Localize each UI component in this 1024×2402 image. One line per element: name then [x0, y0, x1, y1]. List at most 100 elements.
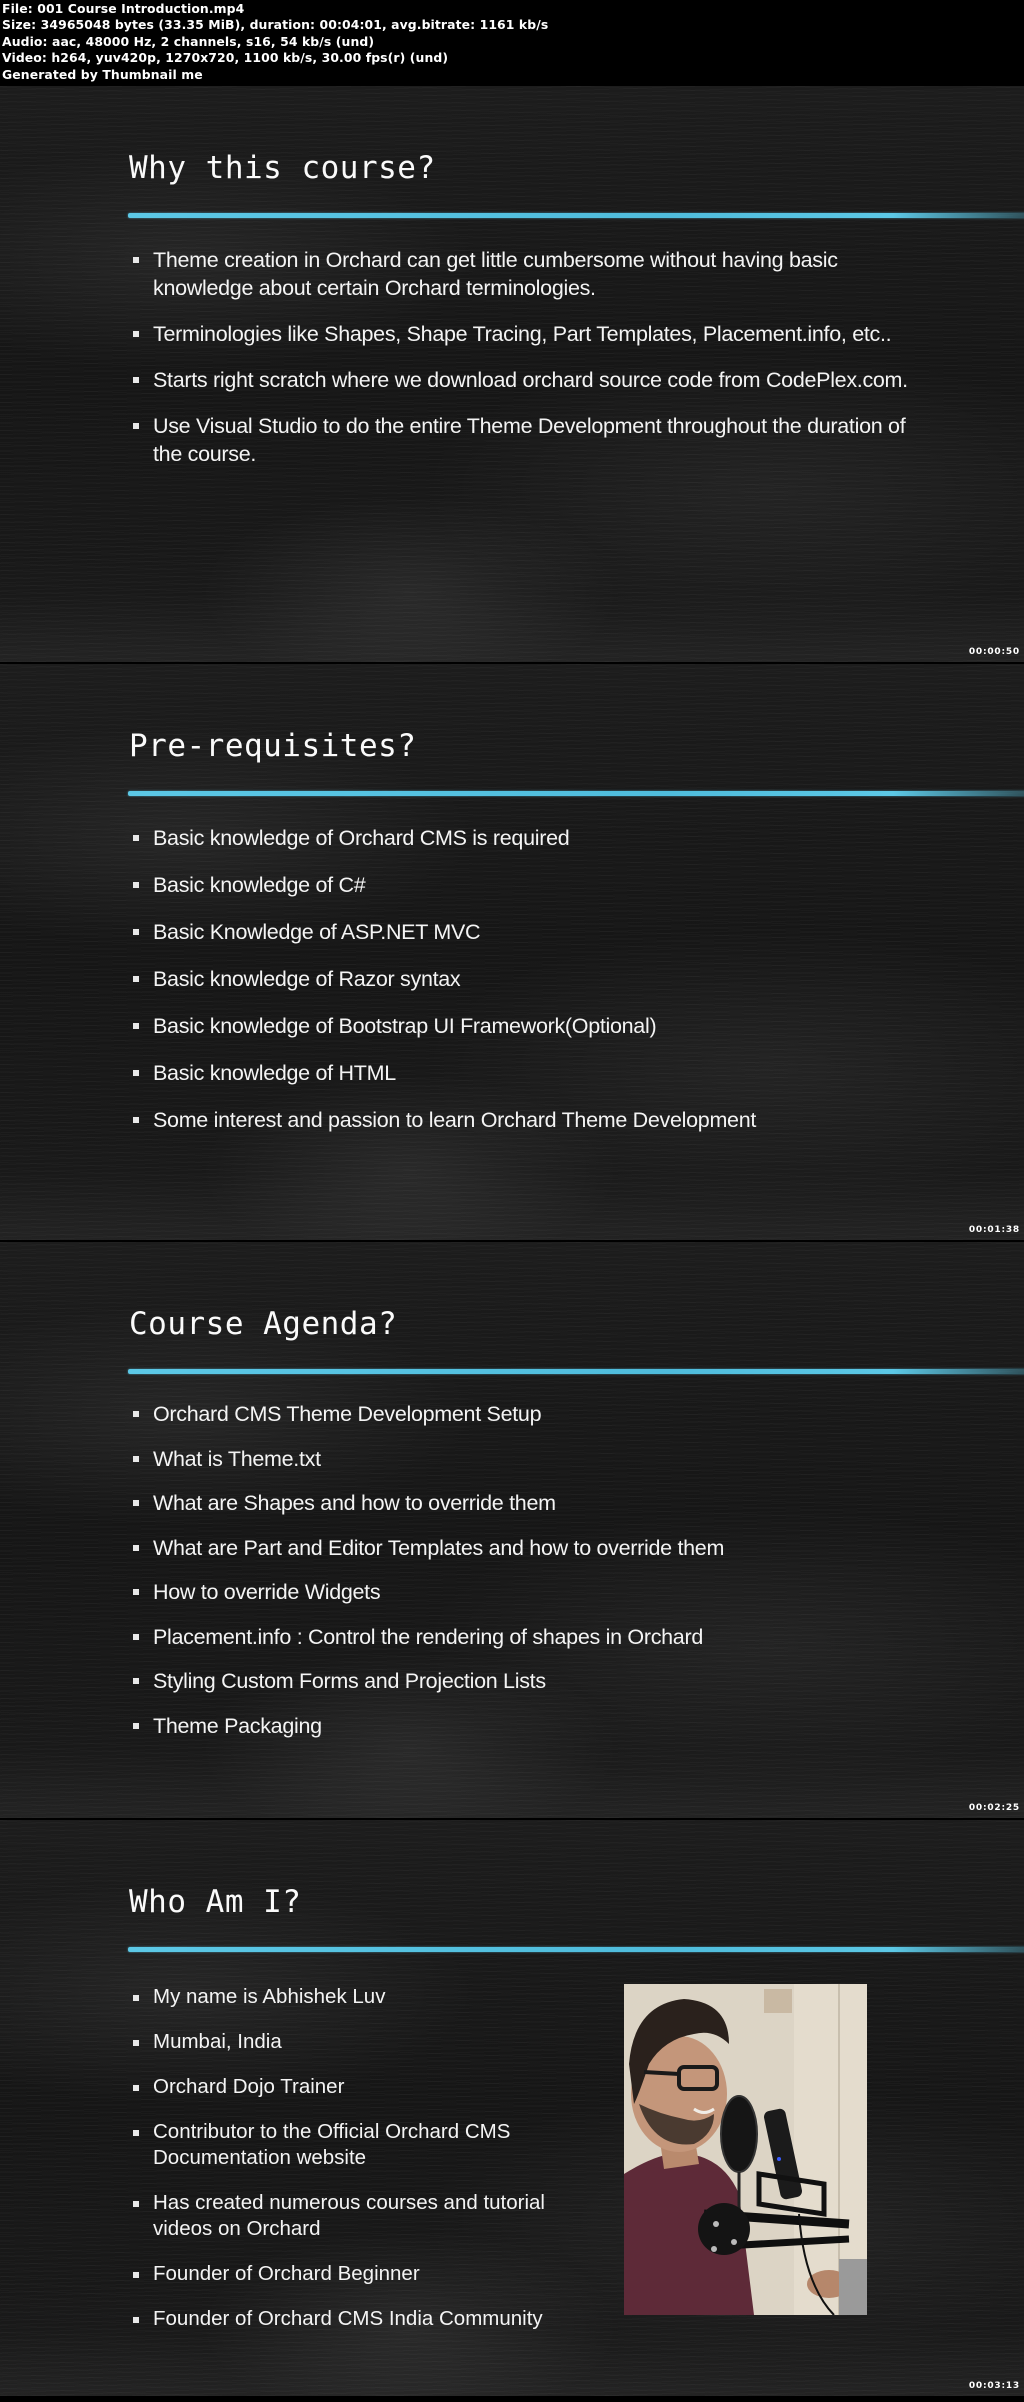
- square-bullet-icon: [133, 423, 139, 429]
- presenter-photo-illustration: [624, 1984, 867, 2315]
- bullet-text: How to override Widgets: [153, 1580, 381, 1604]
- bullet-text: Founder of Orchard CMS India Community: [153, 2307, 543, 2330]
- square-bullet-icon: [133, 2130, 139, 2136]
- title-underline: [128, 791, 1024, 796]
- title-underline: [128, 213, 1024, 218]
- bullet-item: What is Theme.txt: [133, 1445, 933, 1490]
- bullet-text: Terminologies like Shapes, Shape Tracing…: [153, 322, 892, 346]
- square-bullet-icon: [133, 257, 139, 263]
- file-info: File: 001 Course Introduction.mp4: [2, 1, 245, 16]
- bullet-item: Basic knowledge of HTML: [133, 1059, 933, 1106]
- bullet-text: My name is Abhishek Luv: [153, 1985, 386, 2008]
- square-bullet-icon: [133, 1070, 139, 1076]
- square-bullet-icon: [133, 882, 139, 888]
- bullet-item: Founder of Orchard Beginner: [133, 2261, 603, 2287]
- video-info: Video: h264, yuv420p, 1270x720, 1100 kb/…: [2, 50, 449, 66]
- bullet-text: What are Part and Editor Templates and h…: [153, 1535, 725, 1560]
- bullet-text: Contributor to the Official Orchard CMS …: [153, 2120, 511, 2169]
- square-bullet-icon: [133, 2201, 139, 2207]
- square-bullet-icon: [133, 331, 139, 337]
- bullet-item: Has created numerous courses and tutoria…: [133, 2190, 603, 2242]
- bullet-item: Some interest and passion to learn Orcha…: [133, 1106, 933, 1153]
- bullet-item: Styling Custom Forms and Projection List…: [133, 1667, 933, 1712]
- video-frame-who-am-i: Who Am I? My name is Abhishek Luv Mumbai…: [0, 1820, 1024, 2396]
- audio-info: Audio: aac, 48000 Hz, 2 channels, s16, 5…: [2, 33, 375, 49]
- square-bullet-icon: [133, 1455, 139, 1462]
- bullet-item: Basic Knowledge of ASP.NET MVC: [133, 918, 933, 965]
- square-bullet-icon: [133, 2272, 139, 2278]
- bullet-text: Basic knowledge of C#: [153, 873, 366, 897]
- size-info: Size: 34965048 bytes (33.35 MiB), durati…: [2, 17, 549, 33]
- bullet-text: Placement.info : Control the rendering o…: [153, 1624, 703, 1649]
- video-frame-why-this-course: Why this course? Theme creation in Orcha…: [0, 86, 1024, 662]
- title-underline: [128, 1369, 1024, 1374]
- bullet-item: Basic knowledge of Orchard CMS is requir…: [133, 824, 933, 871]
- bullet-text: Basic knowledge of Razor syntax: [153, 967, 461, 991]
- square-bullet-icon: [133, 1117, 139, 1123]
- bullet-text: Starts right scratch where we download o…: [153, 368, 908, 392]
- bullet-item: Contributor to the Official Orchard CMS …: [133, 2119, 603, 2171]
- generator-info: Generated by Thumbnail me: [2, 66, 203, 82]
- square-bullet-icon: [133, 2040, 139, 2046]
- bullet-text: Founder of Orchard Beginner: [153, 2262, 420, 2285]
- bullet-text: Basic Knowledge of ASP.NET MVC: [153, 920, 481, 944]
- bullet-item: Basic knowledge of C#: [133, 871, 933, 918]
- frame-timestamp: 00:02:25: [968, 1803, 1020, 1813]
- square-bullet-icon: [133, 1995, 139, 2001]
- video-frame-prerequisites: Pre-requisites? Basic knowledge of Orcha…: [0, 664, 1024, 1240]
- bullet-text: Mumbai, India: [153, 2030, 282, 2053]
- video-frame-course-agenda: Course Agenda? Orchard CMS Theme Develop…: [0, 1242, 1024, 1818]
- bullet-item: Mumbai, India: [133, 2029, 603, 2055]
- square-bullet-icon: [133, 1589, 139, 1595]
- bullet-item: Placement.info : Control the rendering o…: [133, 1623, 933, 1668]
- bullet-item: How to override Widgets: [133, 1578, 933, 1623]
- bullet-text: What is Theme.txt: [153, 1446, 321, 1471]
- bullet-item: Basic knowledge of Razor syntax: [133, 965, 933, 1012]
- slide-title: Why this course?: [129, 150, 436, 186]
- bullet-item: What are Part and Editor Templates and h…: [133, 1534, 933, 1579]
- bullet-text: Use Visual Studio to do the entire Theme…: [153, 414, 906, 466]
- square-bullet-icon: [133, 1500, 139, 1506]
- square-bullet-icon: [133, 929, 139, 935]
- slide-title: Pre-requisites?: [129, 728, 417, 764]
- bullet-text: Orchard CMS Theme Development Setup: [153, 1402, 542, 1426]
- bullet-item: Theme creation in Orchard can get little…: [133, 246, 913, 302]
- bullet-list: Theme creation in Orchard can get little…: [133, 246, 913, 486]
- square-bullet-icon: [133, 835, 139, 841]
- square-bullet-icon: [133, 1722, 139, 1729]
- thumbnail-metadata-header: File: 001 Course Introduction.mp4 Size: …: [2, 1, 1022, 85]
- square-bullet-icon: [133, 1544, 139, 1551]
- presenter-photo: [624, 1984, 867, 2315]
- bullet-list: My name is Abhishek Luv Mumbai, India Or…: [133, 1984, 603, 2351]
- square-bullet-icon: [133, 1023, 139, 1029]
- bullet-list: Orchard CMS Theme Development Setup What…: [133, 1400, 933, 1756]
- bullet-item: Terminologies like Shapes, Shape Tracing…: [133, 320, 913, 348]
- bullet-text: Basic knowledge of Orchard CMS is requir…: [153, 826, 570, 850]
- square-bullet-icon: [133, 1411, 139, 1417]
- square-bullet-icon: [133, 976, 139, 982]
- bullet-text: Theme creation in Orchard can get little…: [153, 248, 838, 300]
- slide-title: Course Agenda?: [129, 1306, 398, 1342]
- bullet-text: Theme Packaging: [153, 1713, 322, 1738]
- bullet-text: Basic knowledge of HTML: [153, 1061, 396, 1085]
- square-bullet-icon: [133, 2085, 139, 2091]
- bullet-item: Orchard Dojo Trainer: [133, 2074, 603, 2100]
- bullet-text: Styling Custom Forms and Projection List…: [153, 1669, 546, 1693]
- bullet-item: My name is Abhishek Luv: [133, 1984, 603, 2010]
- bullet-text: What are Shapes and how to override them: [153, 1491, 556, 1515]
- square-bullet-icon: [133, 377, 139, 383]
- slide-title: Who Am I?: [129, 1884, 302, 1920]
- title-underline: [128, 1947, 1024, 1952]
- bullet-item: Founder of Orchard CMS India Community: [133, 2306, 603, 2332]
- square-bullet-icon: [133, 2317, 139, 2323]
- bullet-item: Use Visual Studio to do the entire Theme…: [133, 412, 913, 468]
- frame-timestamp: 00:03:13: [968, 2381, 1020, 2391]
- bullet-item: Theme Packaging: [133, 1712, 933, 1757]
- frame-timestamp: 00:01:38: [968, 1225, 1020, 1235]
- bullet-list: Basic knowledge of Orchard CMS is requir…: [133, 824, 933, 1153]
- bullet-item: Starts right scratch where we download o…: [133, 366, 913, 394]
- bullet-text: Orchard Dojo Trainer: [153, 2075, 345, 2098]
- square-bullet-icon: [133, 1633, 139, 1640]
- bullet-item: Basic knowledge of Bootstrap UI Framewor…: [133, 1012, 933, 1059]
- bullet-text: Basic knowledge of Bootstrap UI Framewor…: [153, 1014, 657, 1038]
